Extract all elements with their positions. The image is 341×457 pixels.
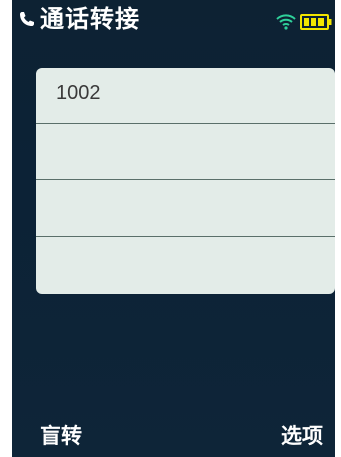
options-softkey[interactable]: 选项 bbox=[281, 421, 323, 451]
forward-number-list: 1002 bbox=[36, 68, 335, 294]
battery-icon bbox=[300, 14, 332, 30]
wifi-icon bbox=[276, 14, 296, 30]
list-item[interactable] bbox=[36, 181, 335, 237]
phone-icon bbox=[20, 12, 34, 26]
list-item[interactable]: 1002 bbox=[36, 68, 335, 124]
list-item[interactable] bbox=[36, 238, 335, 294]
blind-transfer-softkey[interactable]: 盲转 bbox=[40, 421, 82, 451]
page-title: 通话转接 bbox=[40, 5, 140, 33]
list-item[interactable] bbox=[36, 124, 335, 180]
list-item-value: 1002 bbox=[56, 82, 101, 104]
phone-screen: 通话转接 1002 盲转 选项 bbox=[12, 0, 335, 457]
status-bar: 通话转接 bbox=[12, 0, 335, 40]
